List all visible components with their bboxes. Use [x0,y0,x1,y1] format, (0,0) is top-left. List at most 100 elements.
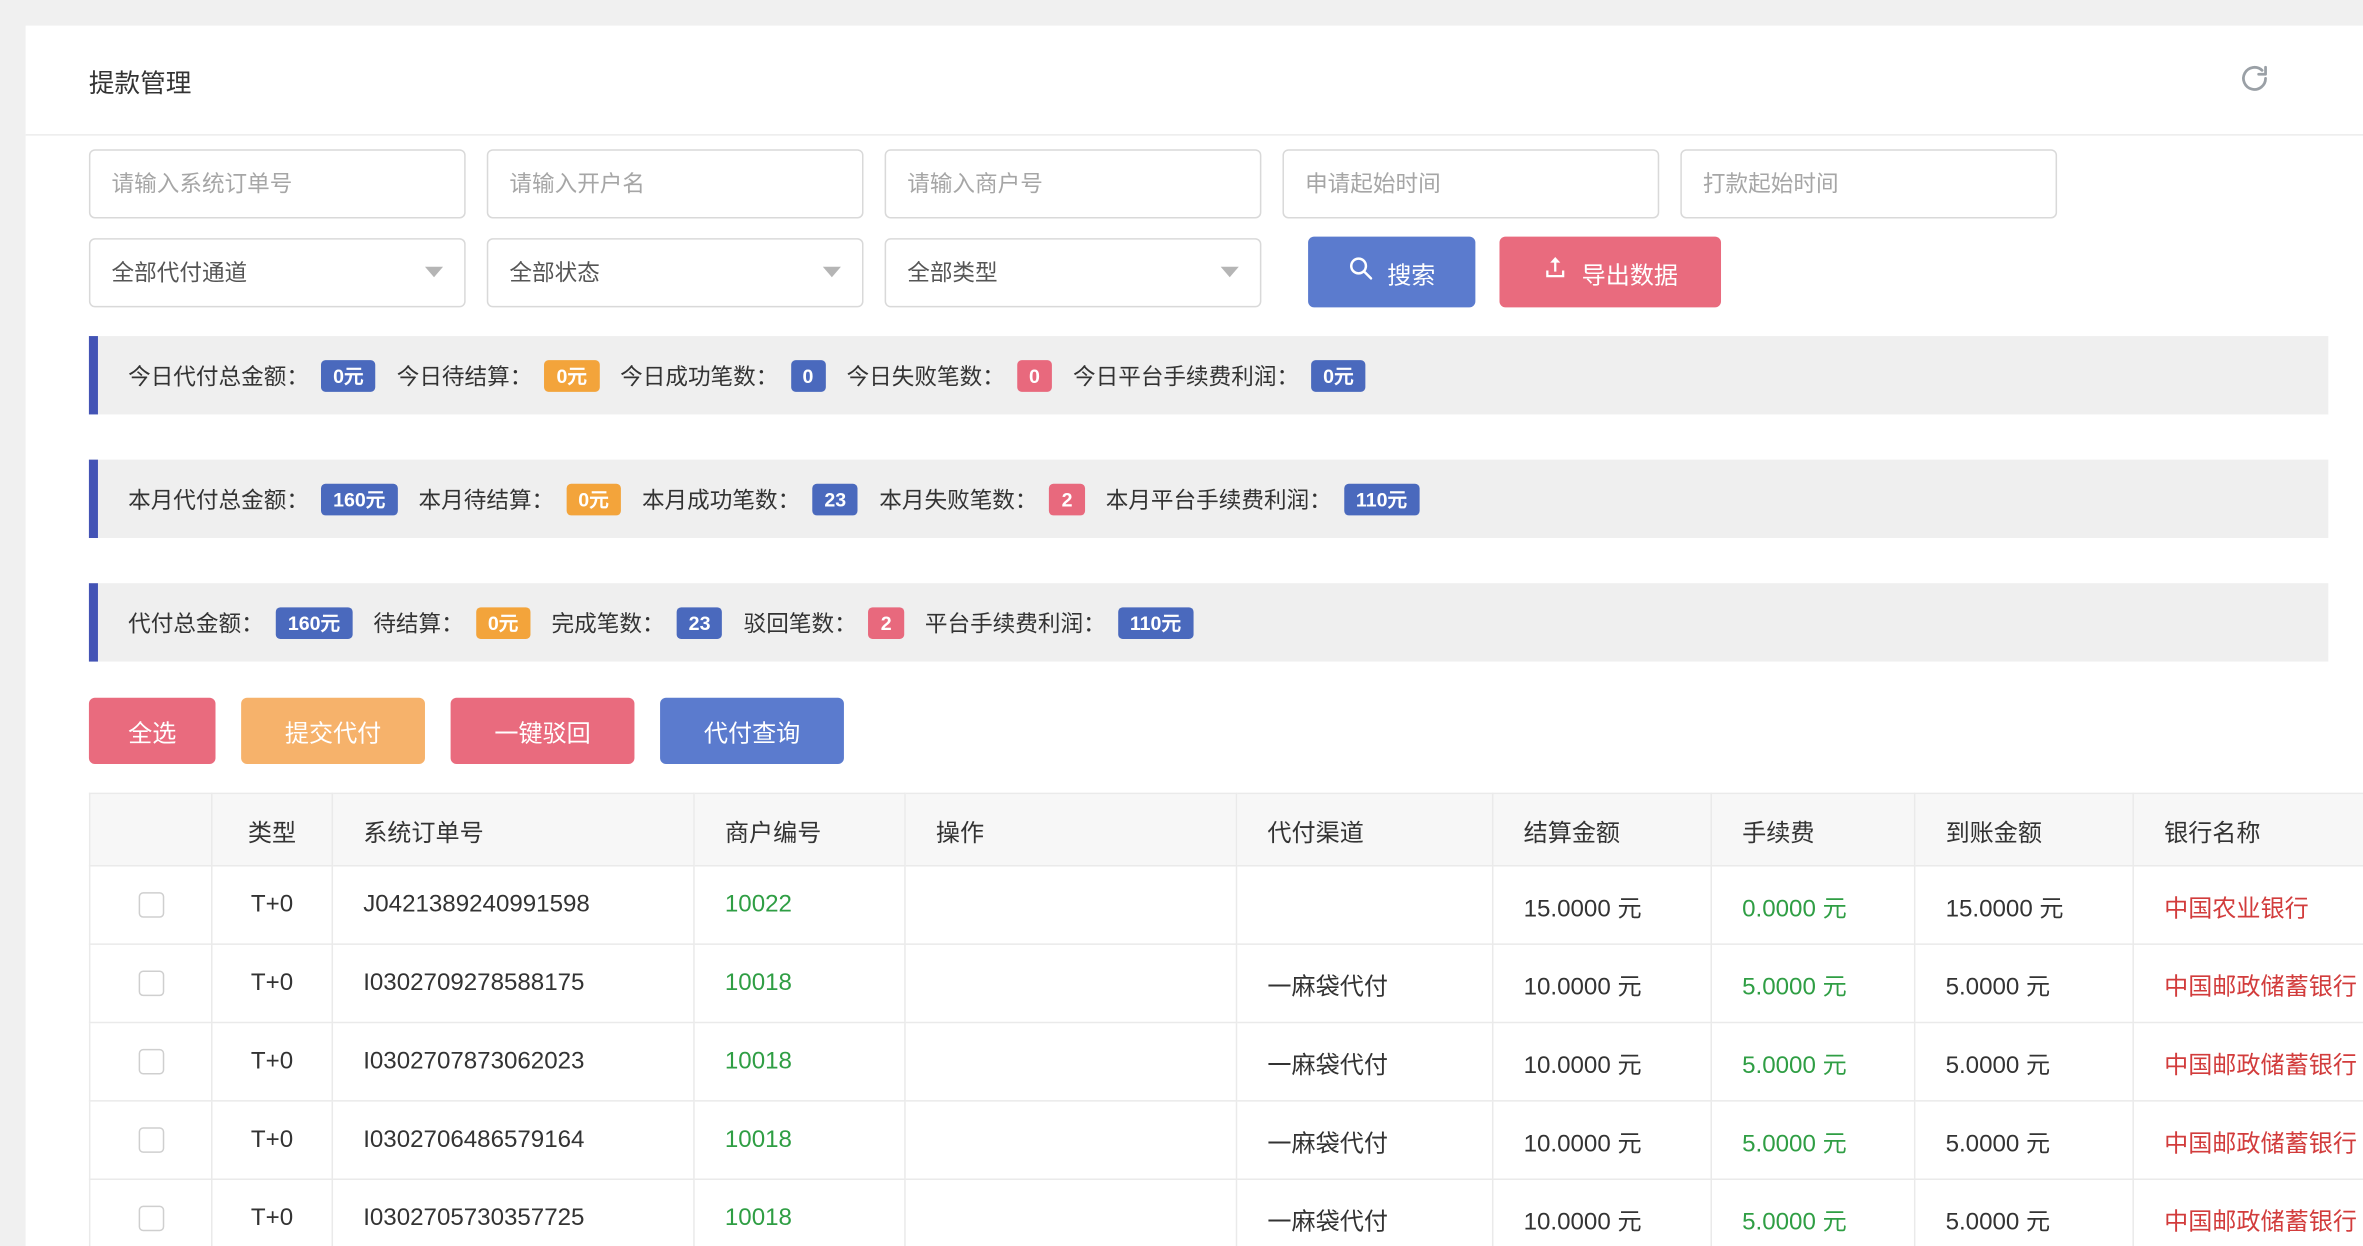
type-select-value: 全部类型 [907,256,997,288]
search-button-label: 搜索 [1387,254,1435,290]
table-row: T+0 I0302706486579164 10018 一麻袋代付 10.000… [90,1101,2363,1179]
filter-selects-row: 全部代付通道 全部状态 全部类型 搜索 [89,237,2363,308]
cell-channel: 一麻袋代付 [1237,1101,1493,1179]
cell-arrival-amount: 5.0000 元 [1915,1179,2134,1246]
table-header-row: 类型 系统订单号 商户编号 操作 代付渠道 结算金额 手续费 到账金额 银行名称 [90,793,2363,865]
channel-select-value: 全部代付通道 [112,256,248,288]
stat-badge: 0元 [476,607,531,639]
stat-badge: 0元 [1311,359,1366,391]
stat-badge: 0 [1017,359,1052,391]
search-button[interactable]: 搜索 [1308,237,1475,308]
stat-label: 今日失败笔数： [847,359,1005,391]
page-title: 提款管理 [89,61,191,99]
stat-label: 本月待结算： [419,483,555,515]
cell-type: T+0 [212,944,333,1022]
col-header-arrival-amount: 到账金额 [1915,793,2134,865]
stat-badge: 23 [677,607,723,639]
cell-fee: 5.0000 元 [1711,1179,1914,1246]
cell-arrival-amount: 5.0000 元 [1915,944,2134,1022]
col-header-operation: 操作 [905,793,1237,865]
stat-label: 平台手续费利润： [925,607,1106,639]
cell-checkbox [90,1023,212,1101]
cell-merchant-no: 10018 [694,944,905,1022]
stat-label: 驳回笔数： [744,607,857,639]
col-header-channel: 代付渠道 [1237,793,1493,865]
reject-all-button[interactable]: 一键驳回 [451,698,635,764]
refresh-icon [2238,61,2271,99]
col-header-fee: 手续费 [1711,793,1914,865]
cell-checkbox [90,944,212,1022]
stat-label: 本月代付总金额： [128,483,309,515]
status-select-value: 全部状态 [509,256,599,288]
row-checkbox[interactable] [138,1127,164,1153]
filter-inputs-row [89,149,2363,218]
cell-bank: 中国邮政储蓄银行 [2133,944,2363,1022]
row-checkbox[interactable] [138,970,164,996]
order-no-input[interactable] [89,149,466,218]
select-all-button[interactable]: 全选 [89,698,216,764]
cell-operation [905,1023,1237,1101]
cell-checkbox [90,1101,212,1179]
cell-bank: 中国邮政储蓄银行 [2133,1179,2363,1246]
stat-label: 今日成功笔数： [620,359,778,391]
cell-type: T+0 [212,1101,333,1179]
withdrawals-table: 类型 系统订单号 商户编号 操作 代付渠道 结算金额 手续费 到账金额 银行名称 [89,793,2363,1246]
export-button-label: 导出数据 [1582,254,1678,290]
merchant-no-input[interactable] [885,149,1262,218]
cell-order-no: I0302707873062023 [332,1023,694,1101]
row-checkbox[interactable] [138,892,164,918]
stat-label: 代付总金额： [128,607,264,639]
cell-bank: 中国邮政储蓄银行 [2133,1023,2363,1101]
filter-area: 全部代付通道 全部状态 全部类型 搜索 [26,149,2363,307]
cell-channel: 一麻袋代付 [1237,1023,1493,1101]
chevron-down-icon [425,267,443,278]
stat-badge: 0元 [566,483,621,515]
payment-query-button[interactable]: 代付查询 [660,698,844,764]
cell-order-no: I0302709278588175 [332,944,694,1022]
cell-order-no: J0421389240991598 [332,866,694,944]
stat-badge: 2 [1050,483,1085,515]
cell-merchant-no: 10018 [694,1023,905,1101]
cell-fee: 0.0000 元 [1711,866,1914,944]
payment-start-time-input[interactable] [1680,149,2057,218]
col-header-bank: 银行名称 [2133,793,2363,865]
cell-fee: 5.0000 元 [1711,1023,1914,1101]
cell-merchant-no: 10022 [694,866,905,944]
apply-start-time-input[interactable] [1282,149,1659,218]
table-row: T+0 I0302705730357725 10018 一麻袋代付 10.000… [90,1179,2363,1246]
cell-fee: 5.0000 元 [1711,944,1914,1022]
stat-badge: 160元 [276,607,352,639]
cell-arrival-amount: 5.0000 元 [1915,1023,2134,1101]
channel-select[interactable]: 全部代付通道 [89,237,466,306]
refresh-button[interactable] [2232,55,2277,105]
account-name-input[interactable] [487,149,864,218]
stat-badge: 110元 [1118,607,1193,639]
stat-badge: 110元 [1344,483,1419,515]
chevron-down-icon [823,267,841,278]
cell-operation [905,1101,1237,1179]
cell-operation [905,944,1237,1022]
withdrawal-management-panel: 提款管理 全部代付通道 全部状态 [26,26,2363,1246]
cell-settle-amount: 15.0000 元 [1493,866,1712,944]
stat-label: 本月成功笔数： [642,483,800,515]
stats-bar-month: 本月代付总金额： 160元 本月待结算： 0元 本月成功笔数： 23 本月失败笔… [89,460,2328,538]
type-select[interactable]: 全部类型 [885,237,1262,306]
table-row: T+0 I0302709278588175 10018 一麻袋代付 10.000… [90,944,2363,1022]
stat-badge: 160元 [321,483,397,515]
col-header-merchant-no: 商户编号 [694,793,905,865]
stat-label: 今日待结算： [397,359,533,391]
header-divider [26,134,2363,136]
cell-merchant-no: 10018 [694,1101,905,1179]
export-data-button[interactable]: 导出数据 [1499,237,1721,308]
cell-channel [1237,866,1493,944]
cell-type: T+0 [212,866,333,944]
cell-bank: 中国邮政储蓄银行 [2133,1101,2363,1179]
cell-checkbox [90,1179,212,1246]
status-select[interactable]: 全部状态 [487,237,864,306]
cell-channel: 一麻袋代付 [1237,944,1493,1022]
row-checkbox[interactable] [138,1049,164,1075]
submit-payment-button[interactable]: 提交代付 [241,698,425,764]
table-row: T+0 J0421389240991598 10022 15.0000 元 0.… [90,866,2363,944]
row-checkbox[interactable] [138,1205,164,1231]
chevron-down-icon [1221,267,1239,278]
